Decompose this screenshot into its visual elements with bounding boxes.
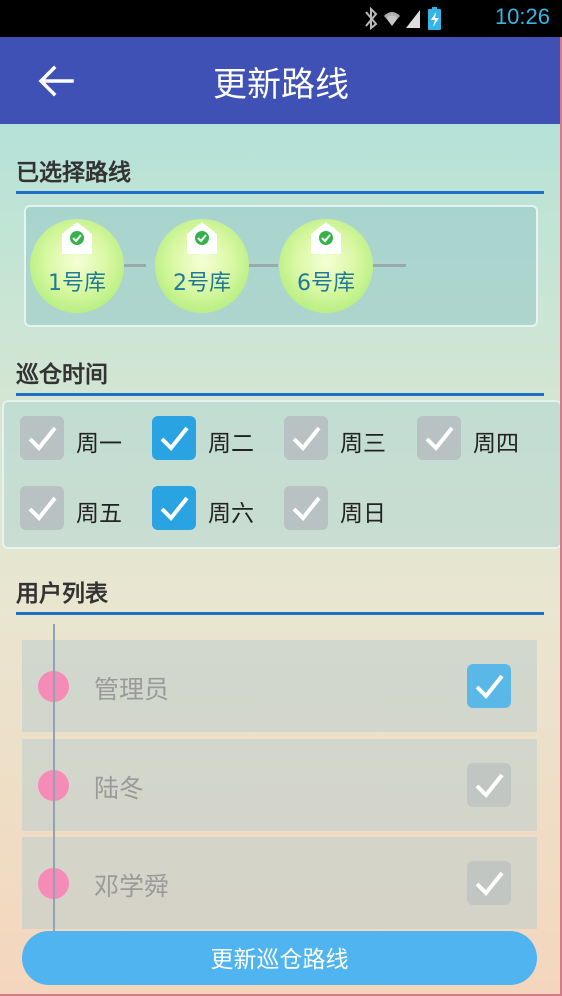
user-timeline — [53, 624, 55, 934]
checkbox[interactable] — [417, 416, 461, 460]
route-connector — [372, 264, 406, 267]
route-node-1[interactable]: 1号库 — [30, 219, 124, 313]
day-label: 周四 — [473, 431, 519, 457]
user-name: 陆冬 — [94, 774, 145, 803]
checkbox[interactable] — [284, 416, 328, 460]
checkbox[interactable] — [20, 416, 64, 460]
route-node-label: 2号库 — [173, 271, 231, 296]
checkmark-icon — [160, 496, 189, 521]
user-row[interactable]: 陆冬 — [22, 739, 537, 831]
day-label: 周六 — [208, 501, 254, 527]
battery-charging-icon — [428, 7, 441, 30]
day-label: 周五 — [76, 501, 122, 527]
section-divider — [16, 191, 544, 194]
route-node-label: 1号库 — [48, 271, 106, 296]
checkbox[interactable] — [152, 486, 196, 530]
update-route-button[interactable]: 更新巡仓路线 — [22, 931, 537, 985]
checkbox[interactable] — [20, 486, 64, 530]
checkmark-icon — [292, 496, 321, 521]
checkmark-icon — [475, 674, 504, 699]
signal-icon — [406, 10, 420, 28]
status-bar: 10:26 — [0, 0, 562, 37]
user-checkbox[interactable] — [467, 861, 511, 905]
checkmark-icon — [28, 426, 57, 451]
checkmark-icon — [475, 871, 504, 896]
warehouse-check-icon — [311, 222, 341, 254]
status-time: 10:26 — [494, 4, 550, 29]
checkbox[interactable] — [152, 416, 196, 460]
user-checkbox[interactable] — [467, 664, 511, 708]
day-label: 周二 — [208, 431, 254, 457]
checkmark-icon — [292, 426, 321, 451]
user-checkbox[interactable] — [467, 763, 511, 807]
section-title-selected-route: 已选择路线 — [16, 160, 131, 186]
section-divider — [16, 612, 544, 615]
user-name: 邓学舜 — [94, 872, 170, 901]
checkmark-icon — [475, 773, 504, 798]
user-name: 管理员 — [94, 675, 170, 704]
warehouse-check-icon — [62, 222, 92, 254]
user-row[interactable]: 管理员 — [22, 640, 537, 732]
checkmark-icon — [28, 496, 57, 521]
wifi-icon — [384, 12, 400, 26]
checkmark-icon — [425, 426, 454, 451]
section-title-patrol-time: 巡仓时间 — [16, 362, 108, 388]
route-panel: 1号库 2号库 6号库 — [24, 205, 538, 327]
page-title: 更新路线 — [213, 65, 349, 105]
user-row[interactable]: 邓学舜 — [22, 837, 537, 929]
route-node-label: 6号库 — [297, 271, 355, 296]
day-label: 周一 — [76, 431, 122, 457]
route-node-2[interactable]: 2号库 — [155, 219, 249, 313]
route-connector — [248, 264, 278, 267]
status-icons — [362, 6, 472, 36]
warehouse-check-icon — [187, 222, 217, 254]
day-label: 周日 — [340, 501, 386, 527]
weekday-panel: 周一 周二 周三 周四 周五 周六 周日 — [2, 400, 562, 549]
bluetooth-off-icon — [365, 6, 378, 31]
section-divider — [16, 393, 544, 396]
day-label: 周三 — [340, 431, 386, 457]
route-node-3[interactable]: 6号库 — [279, 219, 373, 313]
checkmark-icon — [160, 426, 189, 451]
checkbox[interactable] — [284, 486, 328, 530]
app-bar: 更新路线 — [0, 37, 562, 124]
section-title-user-list: 用户列表 — [16, 581, 108, 607]
